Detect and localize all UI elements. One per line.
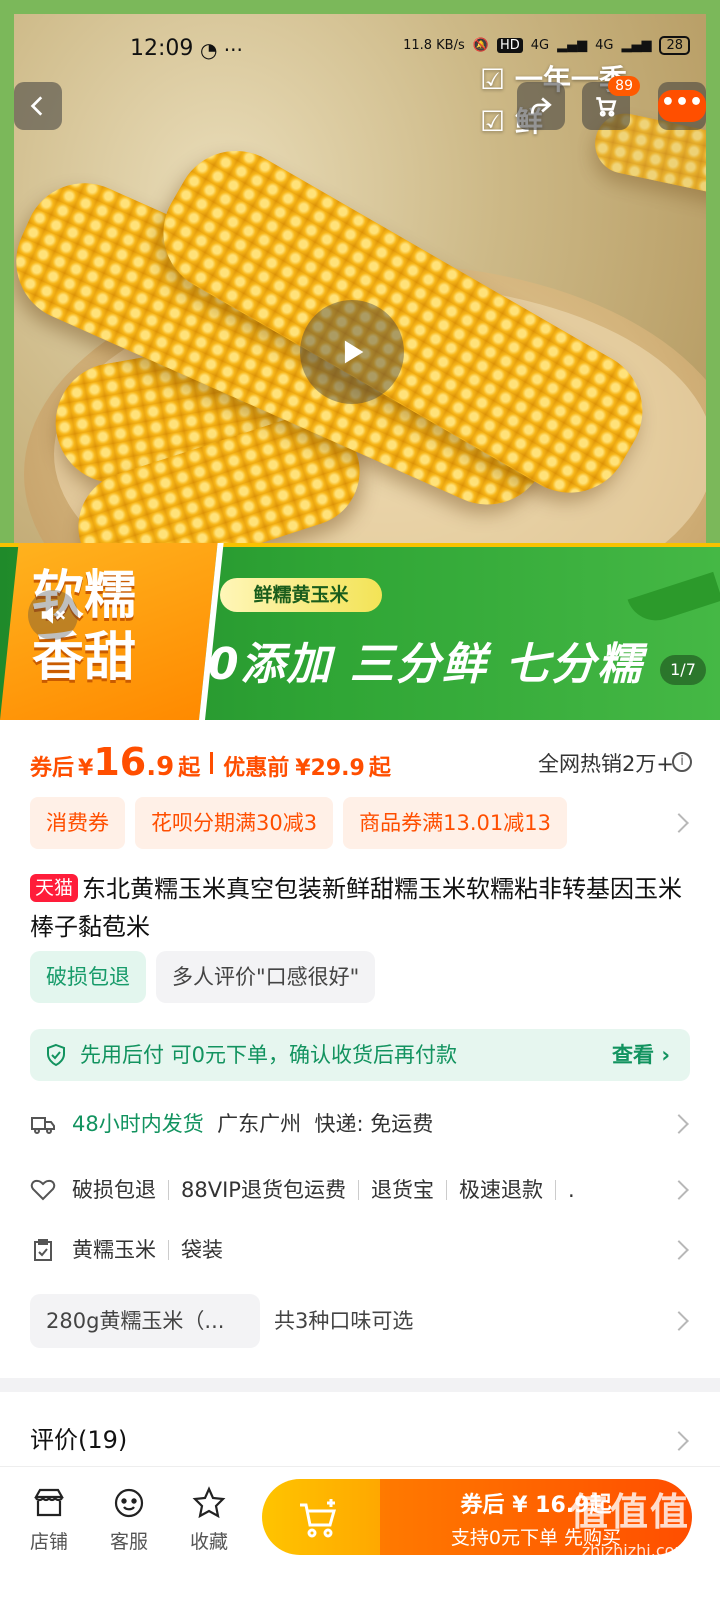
clock-icon: ◔ ··· [200, 38, 243, 62]
chevron-right-icon [669, 1180, 689, 1200]
ship-fee: 快递: 免运费 [314, 1112, 434, 1136]
chevron-right-icon[interactable] [669, 1431, 689, 1451]
signal-4g-1: 4G [530, 38, 550, 53]
info-icon[interactable]: i [672, 752, 692, 772]
pay-later-text: 先用后付 可0元下单，确认收货后再付款 [80, 1043, 458, 1067]
clipboard-icon [34, 1239, 52, 1261]
banner-tag: 鲜糯黄玉米 [220, 578, 382, 612]
variant-count[interactable]: 共3种口味可选 [274, 1294, 413, 1348]
specs-row[interactable]: 黄糯玉米 袋装 [30, 1230, 690, 1270]
play-video-button[interactable] [300, 300, 404, 404]
original-price-label: 优惠前 [223, 756, 290, 781]
chevron-left-icon [30, 96, 43, 116]
star-icon [192, 1486, 226, 1519]
cart-plus-icon [300, 1499, 336, 1538]
chevron-right-icon [669, 1240, 689, 1260]
product-gallery[interactable]: ☑ 一年一季 ☑ 鲜 12:09 ◔ ··· 11.8 KB/s 🔕 HD 4G… [0, 0, 720, 720]
shield-check-icon [47, 1043, 65, 1067]
more-button[interactable]: ••• [658, 82, 706, 130]
tab-store[interactable]: 店铺 [14, 1485, 84, 1554]
chevron-right-icon [669, 1114, 689, 1134]
share-icon [530, 97, 552, 114]
mute-button[interactable] [28, 590, 78, 640]
hd-badge: HD [496, 38, 523, 53]
heart-icon [30, 1179, 56, 1201]
gallery-pager: 1/7 [660, 655, 706, 685]
shipping-row[interactable]: 48小时内发货 广东广州 快递: 免运费 [30, 1104, 690, 1144]
mute-bell-icon: 🔕 [472, 38, 489, 53]
ship-time: 48小时内发货 [72, 1112, 204, 1136]
cart-button[interactable]: 89 [582, 76, 640, 130]
after-coupon-label: 券后 [30, 756, 75, 781]
chevron-right-icon[interactable] [669, 813, 689, 833]
ship-location: 广东广州 [217, 1112, 302, 1136]
product-page: ☑ 一年一季 ☑ 鲜 12:09 ◔ ··· 11.8 KB/s 🔕 HD 4G… [0, 0, 720, 1600]
pay-later-view-link[interactable]: 查看 › [612, 1029, 670, 1081]
coupon-huabei[interactable]: 花呗分期满30减3 [135, 797, 334, 849]
cart-count-badge: 89 [608, 76, 640, 96]
signal-icon-2: ▂▄▆ [621, 38, 652, 53]
bottom-action-bar: 店铺 客服 收藏 券后 ¥ 16.9起 支持0元下单 先购买 值值值 zhizh… [0, 1466, 720, 1600]
currency: ¥ [78, 756, 94, 781]
variant-selector[interactable]: 280g黄糯玉米（... [30, 1294, 260, 1348]
store-icon [34, 1488, 64, 1517]
highlight-chips: 破损包退 多人评价"口感很好" [30, 951, 376, 1003]
coupon-consumer[interactable]: 消费券 [30, 797, 125, 849]
cart-icon [596, 97, 617, 117]
play-icon [344, 340, 364, 364]
watermark: 值值值 [569, 1490, 690, 1534]
chevron-right-icon[interactable] [669, 1311, 689, 1331]
back-button[interactable] [14, 82, 62, 130]
sales-count: 全网热销2万+ [538, 752, 674, 776]
coupon-product[interactable]: 商品券满13.01减13 [343, 797, 567, 849]
review-section-title[interactable]: 评价(19) [30, 1420, 127, 1455]
status-time: 12:09 [130, 36, 194, 61]
watermark-url: zhizhizhi.com [581, 1541, 690, 1560]
truck-icon [31, 1117, 55, 1134]
status-bar: 12:09 ◔ ··· 11.8 KB/s 🔕 HD 4G ▂▄▆ 4G ▂▄▆ 2… [0, 28, 720, 68]
coupon-list[interactable]: 消费券 花呗分期满30减3 商品券满13.01减13 [30, 797, 567, 849]
chip-damage-return[interactable]: 破损包退 [30, 951, 146, 1003]
original-price: ¥29.9 [295, 756, 365, 781]
add-to-cart-button[interactable] [262, 1479, 380, 1555]
signal-icon: ▂▄▆ [557, 38, 588, 53]
services-row[interactable]: 破损包退 88VIP退货包运费 退货宝 极速退款. [30, 1170, 690, 1210]
banner-headline: 0添加 三分鲜 七分糯 [208, 639, 644, 690]
speaker-mute-icon [41, 606, 66, 624]
original-price-qi: 起 [368, 756, 391, 781]
share-button[interactable] [517, 82, 565, 130]
net-speed: 11.8 KB/s [403, 38, 465, 53]
battery-icon: 28 [659, 36, 690, 55]
pay-later-bar[interactable]: 先用后付 可0元下单，确认收货后再付款 查看 › [30, 1029, 690, 1081]
more-dots-icon: ••• [658, 90, 706, 122]
price-int: 16 [93, 740, 147, 784]
tab-favorite[interactable]: 收藏 [174, 1485, 244, 1554]
chip-reviews[interactable]: 多人评价"口感很好" [156, 951, 376, 1003]
signal-4g-2: 4G [595, 38, 614, 53]
customer-service-icon [114, 1488, 144, 1518]
tab-service[interactable]: 客服 [94, 1485, 164, 1554]
product-title: 天猫 东北黄糯玉米真空包装新鲜甜糯玉米软糯粘非转基因玉米棒子黏苞米 [30, 874, 683, 941]
price-qi: 起 [178, 756, 201, 781]
price-dec: .9 [146, 752, 175, 782]
tmall-badge: 天猫 [30, 874, 79, 902]
